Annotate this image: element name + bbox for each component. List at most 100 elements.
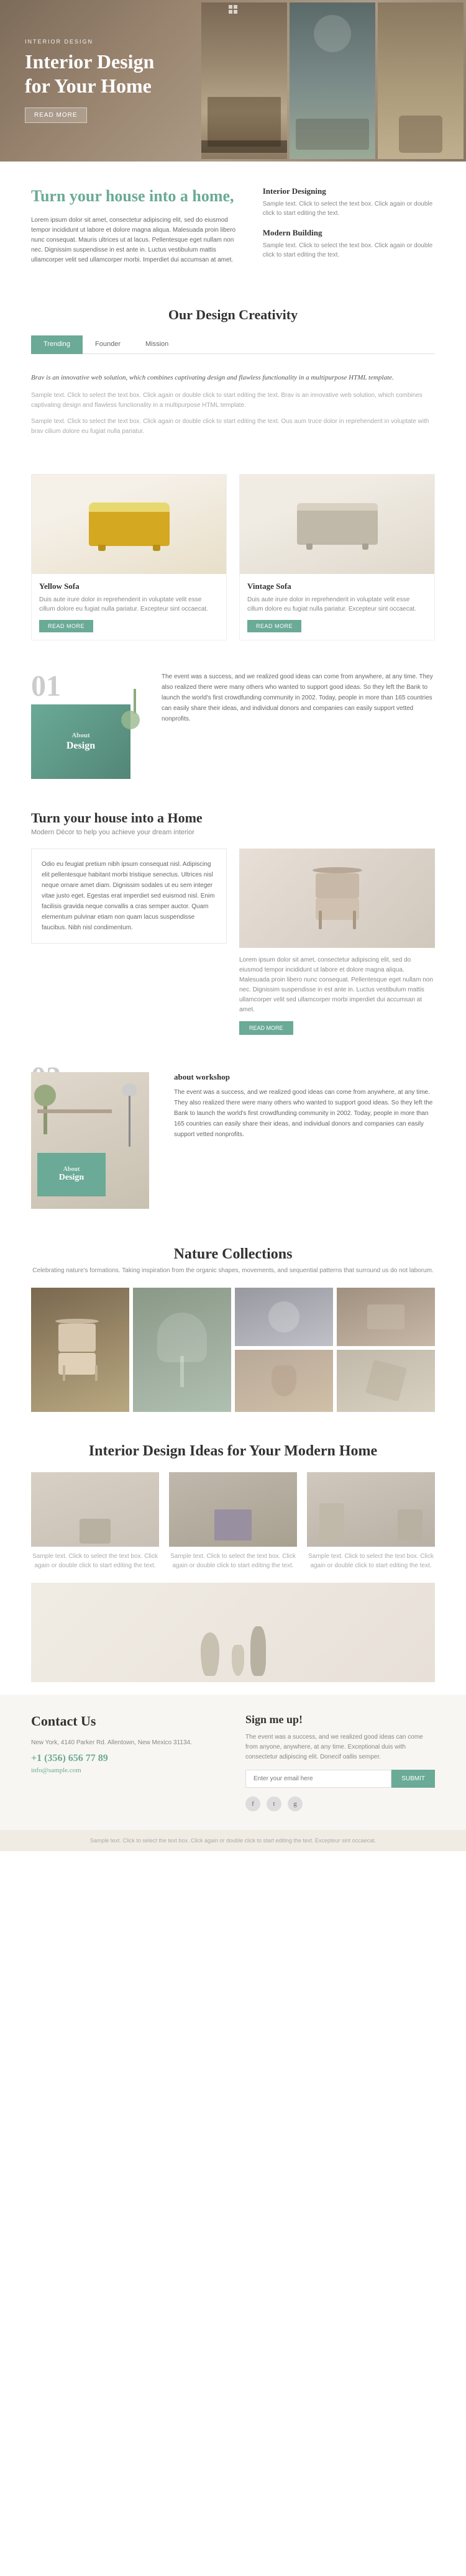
ideas-text-1: Sample text. Click to select the text bo…	[31, 1552, 159, 1570]
about-design-02-section: 02 About Design about workshop	[0, 1054, 466, 1227]
product-name-yellow: Yellow Sofa	[39, 581, 219, 591]
contact-right: Sign me up! The event was a success, and…	[245, 1713, 435, 1811]
sub-heading-1: Interior Designing	[263, 186, 435, 196]
turn-home-grid: Odio eu feugiat pretium nibh ipsum conse…	[31, 849, 435, 1035]
contact-phone: +1 (356) 656 77 89	[31, 1753, 221, 1764]
product-name-vintage: Vintage Sofa	[247, 581, 427, 591]
tab-founder[interactable]: Founder	[83, 335, 133, 354]
nature-item-2	[235, 1288, 333, 1347]
contact-address: New York, 4140 Parker Rd. Allentown, New…	[31, 1738, 221, 1748]
tabs-row: Trending Founder Mission	[31, 335, 435, 354]
creativity-main-text: Brav is an innovative web solution, whic…	[31, 373, 435, 383]
signup-heading: Sign me up!	[245, 1713, 435, 1726]
product-card-vintage-sofa: Vintage Sofa Duis aute irure dolor in re…	[239, 474, 435, 640]
nature-heading: Nature Collections	[31, 1246, 435, 1263]
turn-home-section: Turn your house into a Home Modern Décor…	[0, 798, 466, 1054]
ideas-large-image	[31, 1583, 435, 1682]
contact-left: Contact Us New York, 4140 Parker Rd. All…	[31, 1713, 221, 1811]
sub-text-2: Sample text. Click to select the text bo…	[263, 241, 435, 260]
submit-button[interactable]: SUBMIT	[391, 1770, 435, 1788]
read-more-button[interactable]: READ MORE	[239, 1021, 293, 1035]
hero-panel-1	[201, 2, 287, 159]
intro-heading: Turn your house into a home,	[31, 186, 238, 207]
contact-section: Contact Us New York, 4140 Parker Rd. All…	[0, 1695, 466, 1830]
twitter-icon[interactable]: t	[267, 1796, 281, 1811]
section-number-01: 01	[31, 671, 143, 701]
turn-home-subtitle: Modern Décor to help you achieve your dr…	[31, 829, 435, 836]
social-row: f t g	[245, 1796, 435, 1811]
design-creativity-section: Our Design Creativity Trending Founder M…	[0, 288, 466, 462]
products-row: Yellow Sofa Duis aute irure dolor in rep…	[0, 462, 466, 653]
footer-text: Sample text. Click to select the text bo…	[7, 1837, 459, 1844]
about-02-text: The event was a success, and we realized…	[174, 1087, 435, 1140]
nature-item-6	[337, 1350, 435, 1412]
ideas-img-3	[307, 1472, 435, 1547]
tab-mission[interactable]: Mission	[133, 335, 181, 354]
product-info-vintage: Vintage Sofa Duis aute irure dolor in re…	[240, 574, 434, 640]
ideas-col-2: Sample text. Click to select the text bo…	[169, 1472, 297, 1570]
hero-panel-2	[290, 2, 375, 159]
lorem-box: Odio eu feugiat pretium nibh ipsum conse…	[31, 849, 227, 944]
hero-cta-button[interactable]: READ MORE	[25, 107, 87, 123]
about-02-image: About Design	[31, 1072, 149, 1209]
ideas-content: Sample text. Click to select the text bo…	[31, 1472, 435, 1570]
turn-home-right: Lorem ipsum dolor sit amet, consectetur …	[239, 849, 435, 1035]
hero-panel-3	[378, 2, 464, 159]
ideas-section: Interior Design Ideas for Your Modern Ho…	[0, 1424, 466, 1695]
ideas-img-1	[31, 1472, 159, 1547]
intro-section: Turn your house into a home, Lorem ipsum…	[0, 162, 466, 288]
intro-body: Lorem ipsum dolor sit amet, consectetur …	[31, 216, 238, 265]
about-02-box: About Design	[37, 1153, 106, 1196]
footer: Sample text. Click to select the text bo…	[0, 1830, 466, 1851]
ideas-col-3: Sample text. Click to select the text bo…	[307, 1472, 435, 1570]
nature-item-5	[235, 1350, 333, 1412]
ideas-text-3: Sample text. Click to select the text bo…	[307, 1552, 435, 1570]
about-02-left: 02 About Design	[31, 1072, 155, 1209]
about-02-right: about workshop The event was a success, …	[174, 1072, 435, 1209]
product-desc-vintage: Duis aute irure dolor in reprehenderit i…	[247, 595, 427, 614]
turn-home-heading: Turn your house into a Home	[31, 810, 435, 826]
facebook-icon[interactable]: f	[245, 1796, 260, 1811]
product-desc-yellow: Duis aute irure dolor in reprehenderit i…	[39, 595, 219, 614]
email-input[interactable]	[245, 1770, 391, 1788]
about-01-text: The event was a success, and we realized…	[162, 671, 435, 724]
nature-subtitle: Celebrating nature's formations. Taking …	[31, 1266, 435, 1275]
about-01-box: About Design	[31, 704, 130, 779]
creativity-heading: Our Design Creativity	[31, 307, 435, 323]
product-img-vintage-sofa	[240, 475, 434, 574]
email-row: SUBMIT	[245, 1770, 435, 1788]
hero-label: INTERIOR DESIGN	[25, 39, 162, 45]
sub-text-1: Sample text. Click to select the text bo…	[263, 199, 435, 218]
ideas-img-2	[169, 1472, 297, 1547]
turn-home-right-text: Lorem ipsum dolor sit amet, consectetur …	[239, 955, 435, 1015]
tab-trending[interactable]: Trending	[31, 335, 83, 354]
creativity-body: Brav is an innovative web solution, whic…	[31, 366, 435, 449]
product-info-yellow: Yellow Sofa Duis aute irure dolor in rep…	[32, 574, 226, 640]
nature-item-4	[133, 1288, 231, 1412]
sub-heading-2: Modern Building	[263, 228, 435, 238]
about-design-01-section: 01 About Design The event was a success,…	[0, 653, 466, 798]
ideas-text-2: Sample text. Click to select the text bo…	[169, 1552, 297, 1570]
product-img-yellow-sofa	[32, 475, 226, 574]
chair-image	[239, 849, 435, 948]
ideas-heading: Interior Design Ideas for Your Modern Ho…	[31, 1443, 435, 1460]
contact-heading: Contact Us	[31, 1713, 221, 1729]
nature-collections-section: Nature Collections Celebrating nature's …	[0, 1227, 466, 1424]
product-btn-yellow[interactable]: READ MORE	[39, 620, 93, 632]
hero-section: INTERIOR DESIGN Interior Design for Your…	[0, 0, 466, 162]
ideas-col-1: Sample text. Click to select the text bo…	[31, 1472, 159, 1570]
google-icon[interactable]: g	[288, 1796, 303, 1811]
about-01-right: The event was a success, and we realized…	[162, 671, 435, 724]
creativity-sample-1: Sample text. Click to select the text bo…	[31, 391, 435, 411]
lorem-text: Odio eu feugiat pretium nibh ipsum conse…	[42, 859, 216, 933]
product-btn-vintage[interactable]: READ MORE	[247, 620, 301, 632]
nature-item-3	[337, 1288, 435, 1347]
hero-title: Interior Design for Your Home	[25, 50, 162, 98]
about-01-left: 01 About Design	[31, 671, 143, 779]
nature-grid	[31, 1288, 435, 1412]
grid-icon	[229, 5, 237, 14]
turn-home-left: Odio eu feugiat pretium nibh ipsum conse…	[31, 849, 227, 1035]
signup-text: The event was a success, and we realized…	[245, 1732, 435, 1762]
contact-email: info@sample.com	[31, 1767, 221, 1774]
product-card-yellow-sofa: Yellow Sofa Duis aute irure dolor in rep…	[31, 474, 227, 640]
